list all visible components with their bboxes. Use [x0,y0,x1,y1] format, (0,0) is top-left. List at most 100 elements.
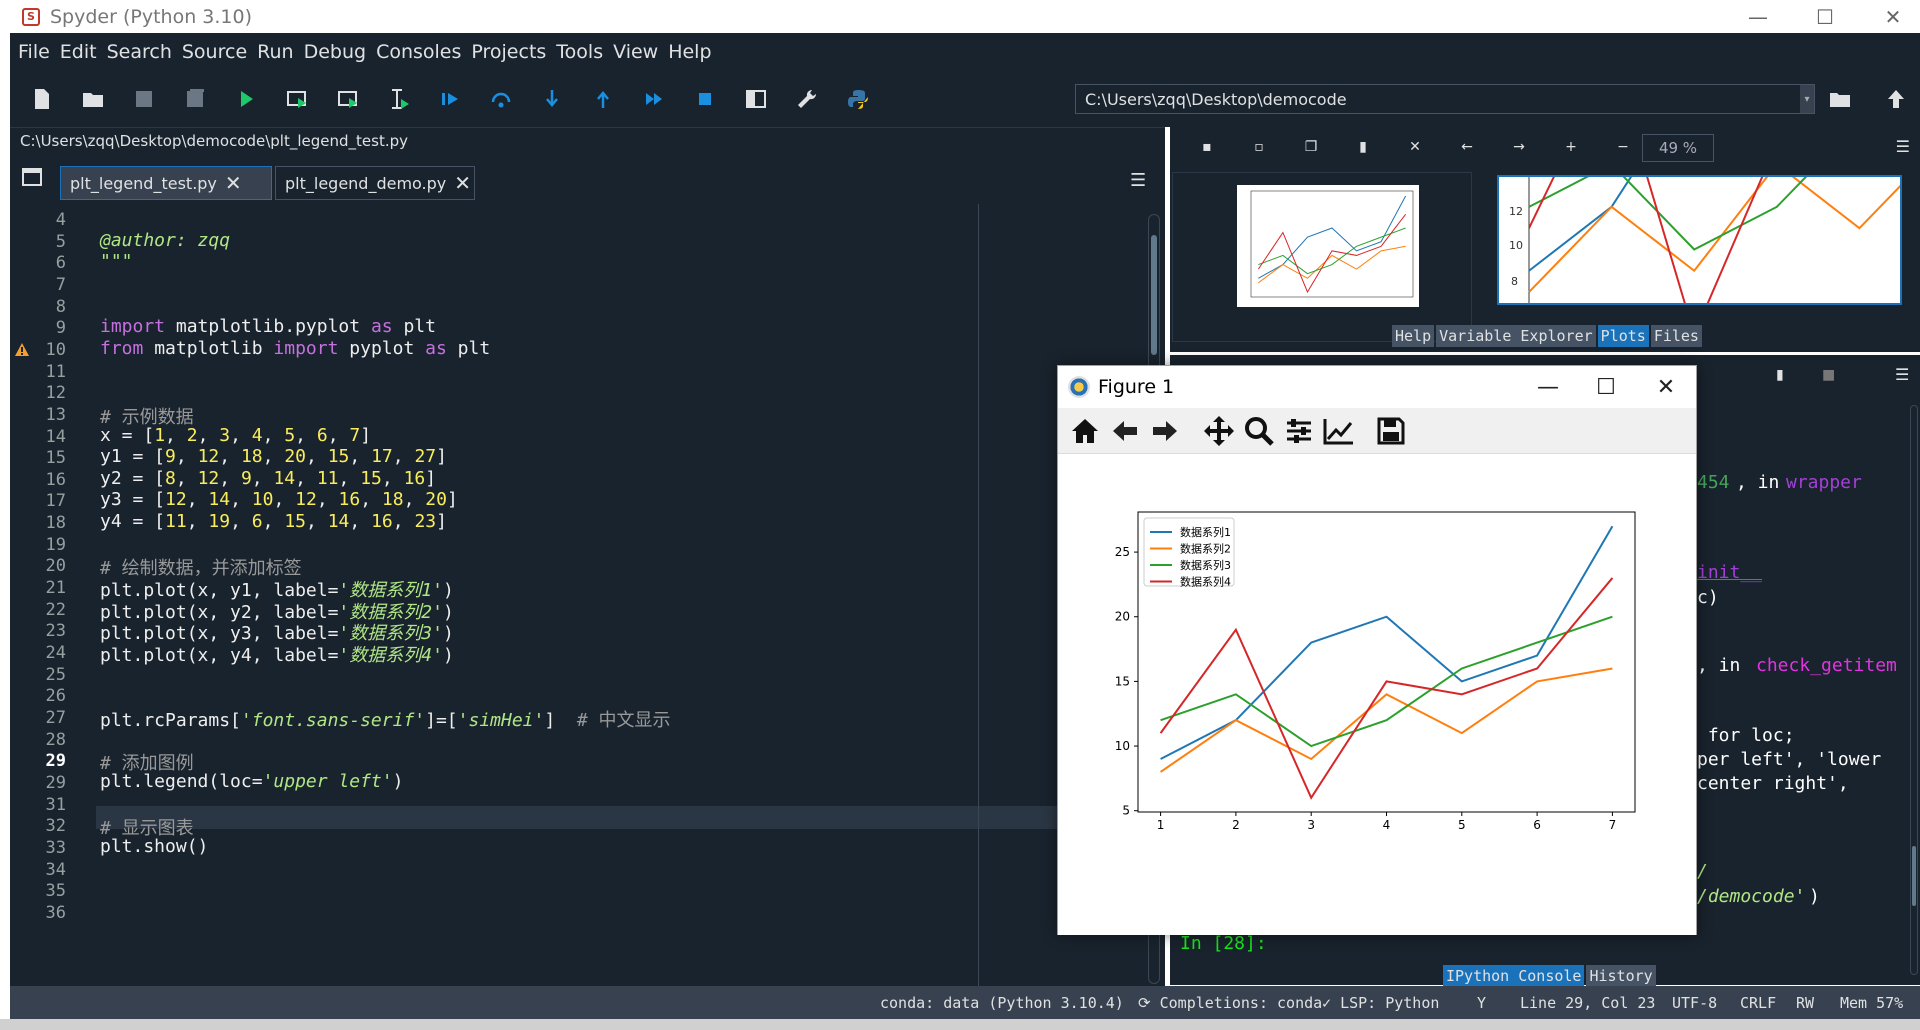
run-selection-icon[interactable] [379,79,419,119]
y-tick-label: 20 [1115,610,1130,624]
figure-window[interactable]: Figure 1 — ☐ ✕ 1 2 3 4 5 6 7 5 10 15 20 25 数据系列1 数据系… [1057,365,1697,935]
tab-plt-legend-test[interactable]: plt_legend_test.py ✕ [60,166,272,200]
line-number: 10 [45,339,66,360]
minimize-button[interactable]: — [1723,0,1793,33]
status-lsp: ✓ LSP: Python [1322,994,1440,1012]
menu-tools[interactable]: Tools [556,41,603,63]
menu-help[interactable]: Help [668,41,711,63]
run-cell-advance-icon[interactable] [328,79,368,119]
browse-folder-icon[interactable] [1820,79,1860,119]
save-icon[interactable] [124,79,164,119]
zoom-out-icon[interactable]: − [1608,132,1638,162]
figure-minimize-button[interactable]: — [1518,366,1578,408]
maximize-pane-icon[interactable] [736,79,776,119]
warning-icon[interactable] [14,342,30,361]
browse-tabs-icon[interactable] [22,168,42,190]
figure-maximize-button[interactable]: ☐ [1576,366,1636,408]
step-return-icon[interactable] [583,79,623,119]
interrupt-kernel-icon[interactable]: ■ [1822,367,1835,383]
close-tab-icon[interactable]: ✕ [225,171,242,195]
maximize-button[interactable]: ☐ [1790,0,1860,33]
open-file-icon[interactable] [73,79,113,119]
code-line: """ [100,251,133,273]
remove-variables-icon[interactable]: ▮ [1776,367,1784,383]
working-directory-combo[interactable]: C:\Users\zqq\Desktop\democode ▾ [1075,84,1815,114]
scrollbar-thumb[interactable] [1151,235,1157,355]
close-tab-icon[interactable]: ✕ [454,171,471,195]
save-figure-icon[interactable] [1372,412,1410,450]
plots-toolbar: ▪ ▫ ❐ ▮ ✕ ← → + − 49 % ☰ [1170,127,1920,167]
remove-plot-icon[interactable]: ▮ [1348,132,1378,162]
close-button[interactable]: ✕ [1858,0,1920,33]
plots-options-icon[interactable]: ☰ [1896,137,1910,156]
forward-icon[interactable] [1146,412,1184,450]
tab-ipython-console[interactable]: IPython Console [1443,965,1585,987]
step-over-icon[interactable] [481,79,521,119]
menu-run[interactable]: Run [257,41,293,63]
menu-source[interactable]: Source [182,41,247,63]
menu-consoles[interactable]: Consoles [376,41,461,63]
save-all-plots-icon[interactable]: ▫ [1244,132,1274,162]
copy-plot-icon[interactable]: ❐ [1296,132,1326,162]
plot-thumbnails[interactable] [1172,172,1472,342]
edit-axis-icon[interactable] [1320,412,1358,450]
menu-search[interactable]: Search [107,41,172,63]
menu-debug[interactable]: Debug [304,41,366,63]
stop-icon[interactable] [685,79,725,119]
remove-all-plots-icon[interactable]: ✕ [1400,132,1430,162]
console-pane-tabs: IPython Console History [1443,965,1658,988]
debug-icon[interactable] [430,79,470,119]
menu-view[interactable]: View [613,41,658,63]
configure-subplots-icon[interactable] [1280,412,1318,450]
line-chart[interactable]: 1 2 3 4 5 6 7 5 10 15 20 25 数据系列1 数据系列2 数据系列3 数据系列4 [1058,455,1696,935]
figure-title: Figure 1 [1098,376,1175,398]
console-scrollbar[interactable] [1910,405,1918,975]
parent-dir-icon[interactable] [1876,79,1916,119]
plot-thumbnail[interactable] [1237,185,1419,307]
code-line: plt.plot(x, y4, label='数据系列4') [100,645,454,666]
continue-icon[interactable] [634,79,674,119]
save-plot-icon[interactable]: ▪ [1192,132,1222,162]
tab-plots[interactable]: Plots [1597,325,1649,347]
scrollbar-thumb[interactable] [1912,846,1916,906]
back-icon[interactable] [1106,412,1144,450]
editor-options-icon[interactable]: ☰ [1130,170,1146,191]
legend-label: 数据系列3 [1180,558,1231,572]
menu-edit[interactable]: Edit [60,41,97,63]
preferences-icon[interactable] [787,79,827,119]
tab-files[interactable]: Files [1650,325,1702,347]
menu-file[interactable]: File [18,41,50,63]
save-all-icon[interactable] [175,79,215,119]
menu-projects[interactable]: Projects [471,41,546,63]
next-plot-icon[interactable]: → [1504,132,1534,162]
tab-history[interactable]: History [1586,965,1656,987]
status-memory: Mem 57% [1840,994,1904,1012]
tab-plt-legend-demo[interactable]: plt_legend_demo.py ✕ [275,166,475,200]
zoom-icon[interactable] [1240,412,1278,450]
plot-preview[interactable]: 12 10 8 [1497,175,1902,305]
legend-label: 数据系列1 [1180,525,1231,539]
line-number: 22 [45,599,66,620]
step-into-icon[interactable] [532,79,572,119]
line-number: 29 [45,772,66,793]
zoom-in-icon[interactable]: + [1556,132,1586,162]
code-line: x = [1, 2, 3, 4, 5, 6, 7] [100,424,372,446]
figure-canvas[interactable]: 1 2 3 4 5 6 7 5 10 15 20 25 数据系列1 数据系列2 数据系列3 数据系列4 [1058,455,1696,935]
code-editor[interactable]: 4 5 6 7 8 9 10 11 12 13 14 15 16 17 18 19 20 21 22 23 24 25 26… [10,204,1165,986]
run-icon[interactable] [226,79,266,119]
chevron-down-icon[interactable]: ▾ [1800,85,1814,113]
python-path-icon[interactable] [838,79,878,119]
console-text: , in [1697,655,1752,676]
console-options-icon[interactable]: ☰ [1895,365,1909,384]
run-cell-icon[interactable] [277,79,317,119]
new-file-icon[interactable] [22,79,62,119]
zoom-level[interactable]: 49 % [1642,134,1714,162]
previous-plot-icon[interactable]: ← [1452,132,1482,162]
line-number: 8 [55,296,66,317]
tab-variable-explorer[interactable]: Variable Explorer [1436,325,1596,347]
tab-help[interactable]: Help [1392,325,1435,347]
home-icon[interactable] [1066,412,1104,450]
pan-icon[interactable] [1200,412,1238,450]
line-number: 29 [45,751,66,772]
figure-close-button[interactable]: ✕ [1636,366,1696,408]
